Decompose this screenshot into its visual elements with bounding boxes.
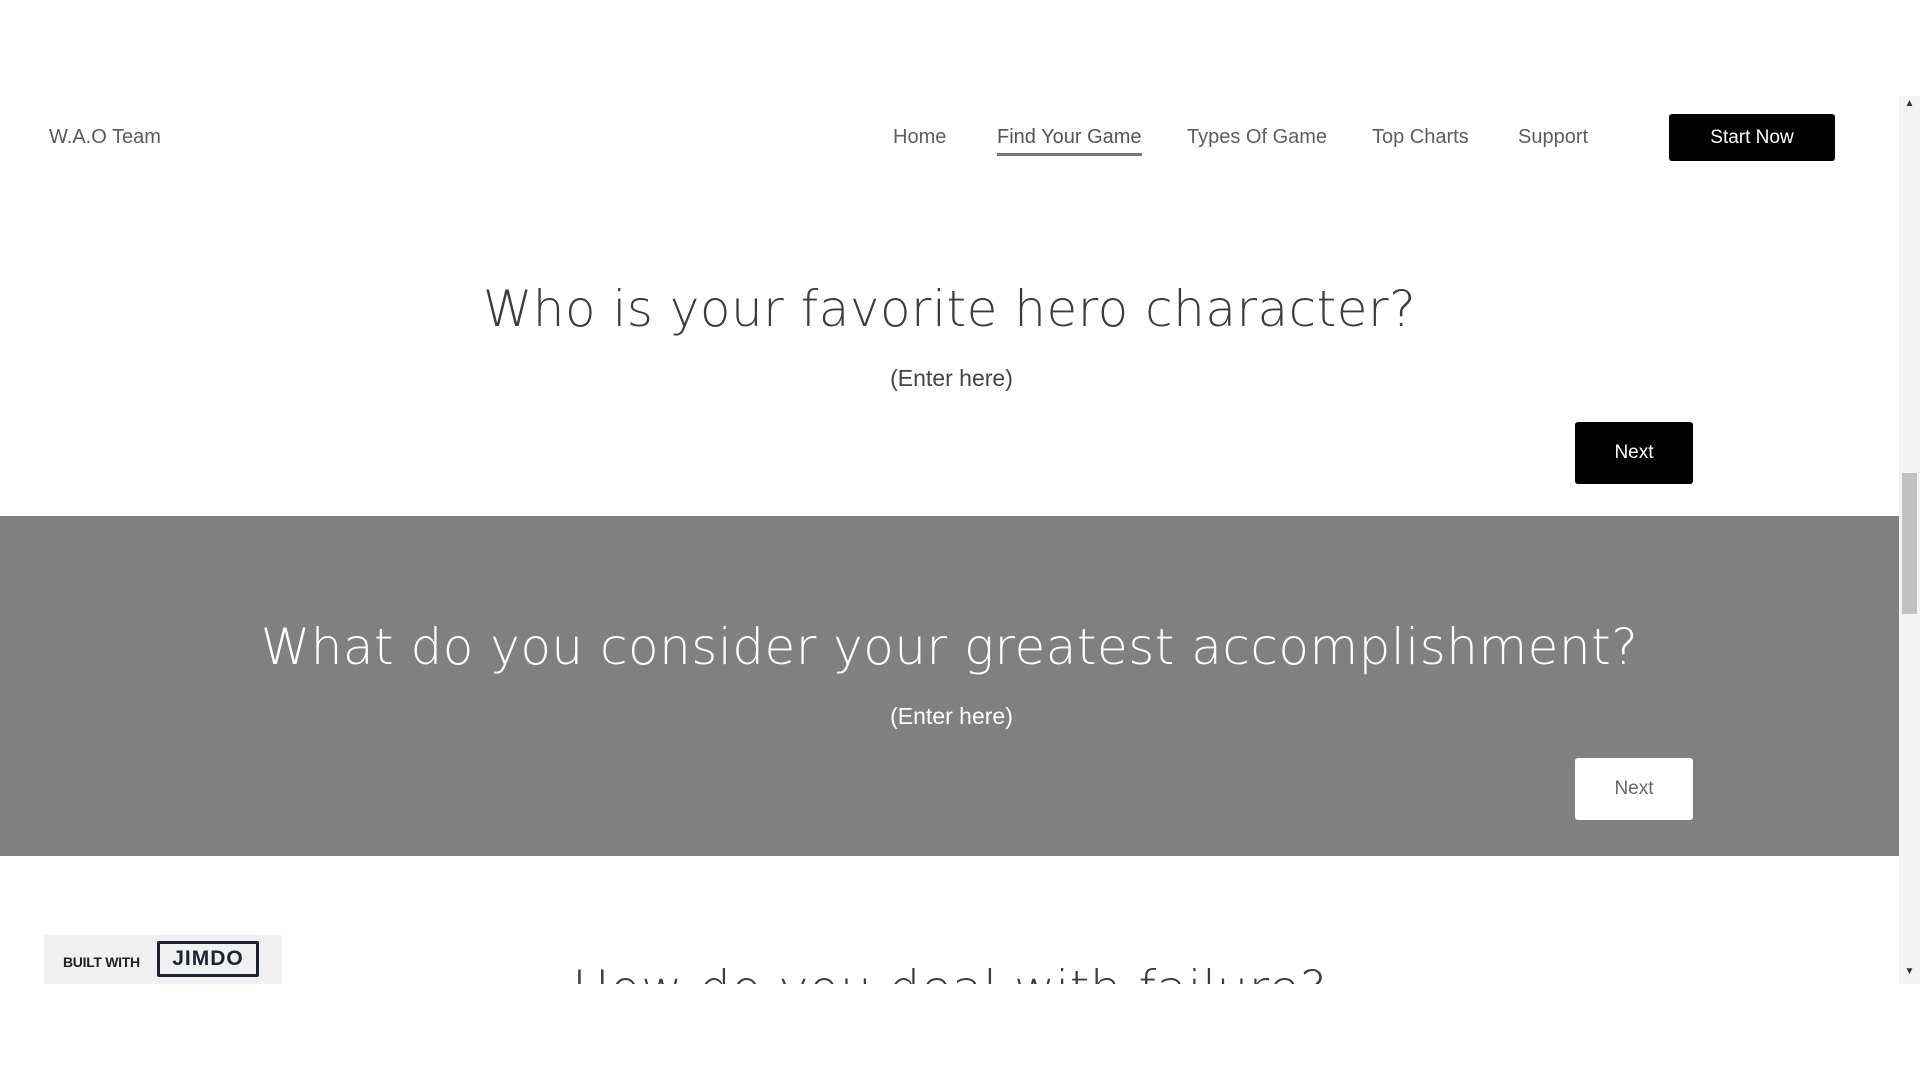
answer-input-accomplishment[interactable] <box>0 702 1899 731</box>
question-section-hero: Who is your favorite hero character? Nex… <box>0 256 1899 516</box>
web-page: W.A.O Team Home Find Your Game Types Of … <box>0 96 1899 984</box>
question-heading: How do you deal with failure? <box>0 960 1899 984</box>
built-with-jimdo-badge[interactable]: BUILT WITH JIMDO <box>44 935 282 984</box>
next-button[interactable]: Next <box>1575 758 1693 820</box>
question-heading: Who is your favorite hero character? <box>482 280 1417 338</box>
vertical-scrollbar[interactable]: ▲ ▼ <box>1899 96 1920 984</box>
main-nav: Home Find Your Game Types Of Game Top Ch… <box>0 126 1899 156</box>
question-section-accomplishment: What do you consider your greatest accom… <box>0 516 1899 856</box>
browser-viewport: W.A.O Team Home Find Your Game Types Of … <box>0 96 1920 984</box>
next-button[interactable]: Next <box>1575 422 1693 484</box>
nav-item-find-your-game[interactable]: Find Your Game <box>997 126 1142 156</box>
jimdo-logo: JIMDO <box>157 941 259 977</box>
nav-item-types-of-game[interactable]: Types Of Game <box>1187 126 1327 149</box>
start-now-button[interactable]: Start Now <box>1669 114 1835 161</box>
nav-item-top-charts[interactable]: Top Charts <box>1372 126 1469 149</box>
scroll-down-arrow-icon[interactable]: ▼ <box>1899 966 1920 982</box>
question-section-failure: How do you deal with failure? <box>0 856 1899 984</box>
nav-item-home[interactable]: Home <box>893 126 946 149</box>
scroll-up-arrow-icon[interactable]: ▲ <box>1899 98 1920 114</box>
built-with-label: BUILT WITH <box>63 954 140 970</box>
answer-input-hero[interactable] <box>0 364 1899 393</box>
question-heading: What do you consider your greatest accom… <box>260 618 1639 676</box>
nav-item-support[interactable]: Support <box>1518 126 1588 149</box>
scrollbar-thumb[interactable] <box>1902 473 1917 614</box>
